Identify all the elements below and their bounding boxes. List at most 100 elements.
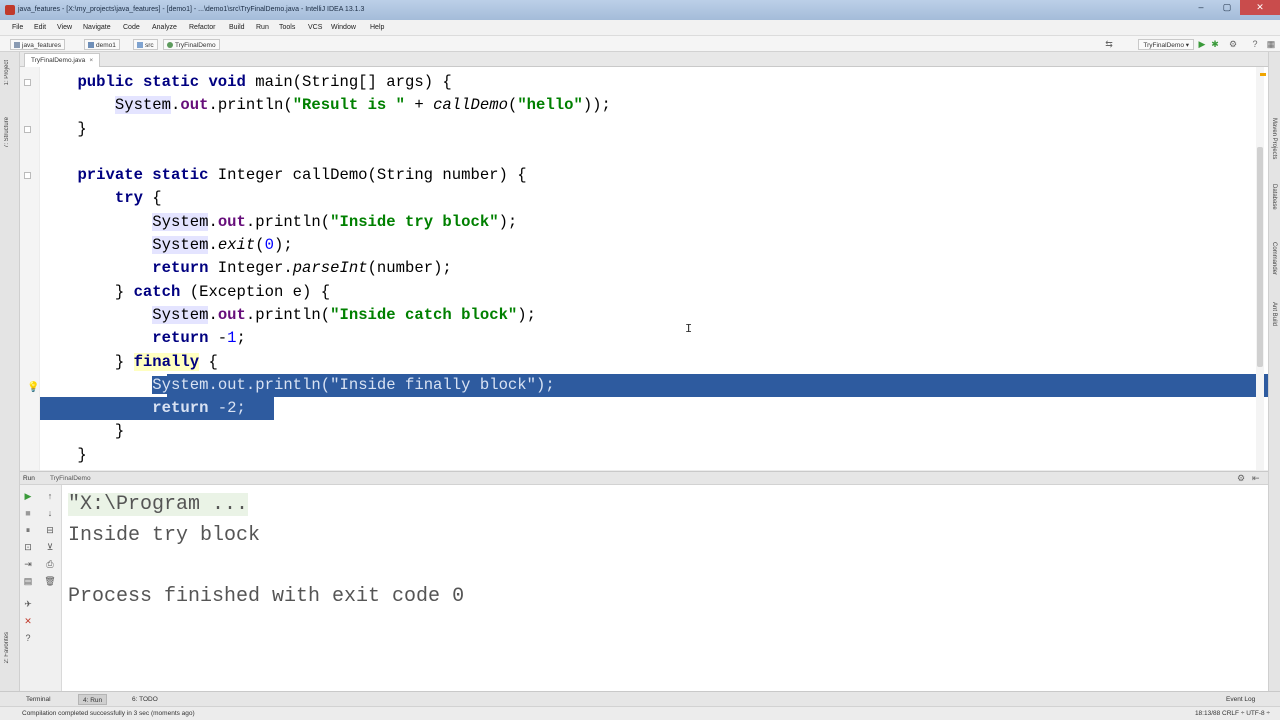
code-line: System.exit(0);	[152, 236, 293, 255]
breadcrumb-module[interactable]: demo1	[84, 39, 120, 50]
maven-tool-tab[interactable]: Maven Projects	[1271, 118, 1277, 159]
minimize-button[interactable]: –	[1188, 0, 1214, 15]
scroll-to-end-icon[interactable]: ⊻	[44, 541, 56, 553]
status-right-info[interactable]: 18:13/88 CRLF ÷ UTF-8 ÷	[1195, 710, 1270, 717]
intellij-app-icon	[5, 5, 15, 15]
run-tab[interactable]: 4: Run	[78, 694, 108, 705]
menu-code[interactable]: Code	[123, 24, 140, 31]
code-line: public static void main(String[] args) {	[24, 71, 1268, 94]
scroll-up-icon[interactable]: ↑	[44, 490, 56, 502]
warning-stripe-icon[interactable]	[1260, 73, 1266, 76]
code-editor[interactable]: public static void main(String[] args) {…	[20, 67, 1268, 470]
run-toolbar: ▶ ↑ ■ ↓ ⏸ ⊟ ⊡ ⊻ ⇥ ⎙ ▤ 🗑 ✈ ✕ ?	[20, 485, 62, 691]
console-exit-message: Process finished with exit code 0	[68, 585, 465, 608]
breadcrumb-src[interactable]: src	[133, 39, 158, 50]
database-tool-tab[interactable]: Database	[1271, 184, 1277, 210]
clear-all-icon[interactable]: 🗑	[44, 575, 56, 587]
close-tab-icon[interactable]: ×	[89, 57, 93, 64]
menu-view[interactable]: View	[57, 24, 72, 31]
exit-icon[interactable]: ⇥	[22, 558, 34, 570]
code-line: System.out.println("Result is " + callDe…	[114, 96, 611, 115]
menu-refactor[interactable]: Refactor	[189, 24, 215, 31]
run-console[interactable]: "X:\Program ... Inside try block Process…	[62, 485, 1268, 691]
code-line: }	[40, 422, 125, 441]
console-command-line[interactable]: "X:\Program ...	[68, 493, 249, 516]
code-line: return Integer.parseInt(number);	[152, 259, 452, 278]
project-folder-icon	[14, 42, 20, 48]
breadcrumb-label: TryFinalDemo	[175, 42, 216, 49]
fold-marker-icon[interactable]	[24, 172, 31, 180]
help-run-icon[interactable]: ?	[22, 632, 34, 644]
menu-tools[interactable]: Tools	[279, 24, 295, 31]
code-line: System.out.println("Inside catch block")…	[152, 305, 536, 324]
run-config-selector[interactable]: TryFinalDemo ▾	[1138, 39, 1194, 50]
menu-run[interactable]: Run	[256, 24, 269, 31]
breadcrumb-class[interactable]: TryFinalDemo	[163, 39, 220, 50]
fold-marker-icon[interactable]	[24, 125, 31, 133]
run-panel-header: Run TryFinalDemo ⚙ ⇤	[20, 471, 1268, 485]
menu-edit[interactable]: Edit	[34, 24, 46, 31]
class-icon	[167, 42, 173, 48]
menu-navigate[interactable]: Navigate	[83, 24, 111, 31]
code-line: } catch (Exception e) {	[40, 282, 331, 301]
fold-marker-icon[interactable]	[24, 79, 31, 86]
soft-wrap-icon[interactable]: ⊟	[44, 524, 56, 536]
structure-tool-tab[interactable]: 7: Structure	[4, 117, 10, 148]
close-button[interactable]: ✕	[1240, 0, 1280, 15]
module-icon	[88, 42, 94, 48]
menu-window[interactable]: Window	[331, 24, 356, 31]
code-line: }	[40, 445, 87, 464]
favorites-tool-tab[interactable]: 2: Favorites	[4, 632, 10, 663]
pin-tab-icon[interactable]: ✈	[22, 598, 34, 610]
source-folder-icon	[137, 42, 143, 48]
menu-help[interactable]: Help	[370, 24, 384, 31]
editor-tab-bar: TryFinalDemo.java ×	[20, 52, 1268, 67]
hide-panel-icon[interactable]: ⇤	[1252, 473, 1260, 484]
debug-icon[interactable]: ✱	[1210, 39, 1220, 49]
status-bar: Compilation completed successfully in 3 …	[0, 706, 1280, 720]
ant-build-tool-tab[interactable]: Ant Build	[1271, 302, 1277, 326]
rerun-icon[interactable]: ▶	[22, 490, 34, 502]
mouse-text-cursor-icon: I	[685, 322, 693, 336]
right-tool-strip: Maven Projects Database Commander Ant Bu…	[1268, 52, 1280, 692]
breadcrumb-project[interactable]: java_features	[10, 39, 66, 50]
restore-layout-icon[interactable]: ▤	[22, 575, 34, 587]
project-tool-tab[interactable]: 1: Project	[4, 60, 10, 85]
help-icon[interactable]: ?	[1250, 39, 1260, 49]
scroll-down-icon[interactable]: ↓	[44, 507, 56, 519]
build-icon[interactable]: ⇆	[1104, 39, 1114, 49]
event-log-tab[interactable]: Event Log	[1222, 694, 1259, 705]
code-line: }	[24, 118, 1268, 141]
menu-analyze[interactable]: Analyze	[152, 24, 177, 31]
print-icon[interactable]: ⎙	[44, 558, 56, 570]
menu-file[interactable]: File	[12, 24, 23, 31]
code-line: return -1;	[152, 329, 246, 348]
maximize-button[interactable]: ▢	[1214, 0, 1240, 15]
status-message: Compilation completed successfully in 3 …	[22, 710, 195, 717]
menu-vcs[interactable]: VCS	[308, 24, 322, 31]
editor-scrollbar-thumb[interactable]	[1257, 147, 1263, 367]
run-settings-icon[interactable]: ⚙	[1237, 473, 1245, 484]
window-title: java_features - [X:\my_projects\java_fea…	[18, 6, 365, 13]
sdk-icon[interactable]: ▦	[1266, 39, 1276, 49]
code-line-selected: return -2;	[40, 397, 1268, 421]
menu-bar: File Edit View Navigate Code Analyze Ref…	[0, 20, 1280, 36]
breadcrumb-label: src	[145, 42, 154, 49]
todo-tab[interactable]: 6: TODO	[128, 694, 162, 705]
stop-icon[interactable]: ■	[22, 507, 34, 519]
code-area[interactable]: public static void main(String[] args) {…	[24, 71, 1268, 467]
pause-icon[interactable]: ⏸	[22, 524, 34, 536]
terminal-tab[interactable]: Terminal	[22, 694, 55, 705]
dump-threads-icon[interactable]: ⊡	[22, 541, 34, 553]
commander-tool-tab[interactable]: Commander	[1271, 242, 1277, 275]
left-tool-strip: 1: Project 7: Structure 2: Favorites	[0, 52, 20, 692]
close-run-icon[interactable]: ✕	[22, 615, 34, 627]
menu-build[interactable]: Build	[229, 24, 245, 31]
editor-scrollbar[interactable]	[1256, 67, 1264, 470]
settings-icon[interactable]: ⚙	[1228, 39, 1238, 49]
editor-tab-tryfinaldemo[interactable]: TryFinalDemo.java ×	[24, 53, 101, 67]
run-config-tab[interactable]: TryFinalDemo	[50, 475, 91, 482]
lightbulb-icon[interactable]: 💡	[27, 377, 39, 400]
bottom-tool-bar: Terminal 4: Run 6: TODO Event Log	[0, 691, 1280, 706]
run-icon[interactable]: ▶	[1197, 39, 1207, 49]
